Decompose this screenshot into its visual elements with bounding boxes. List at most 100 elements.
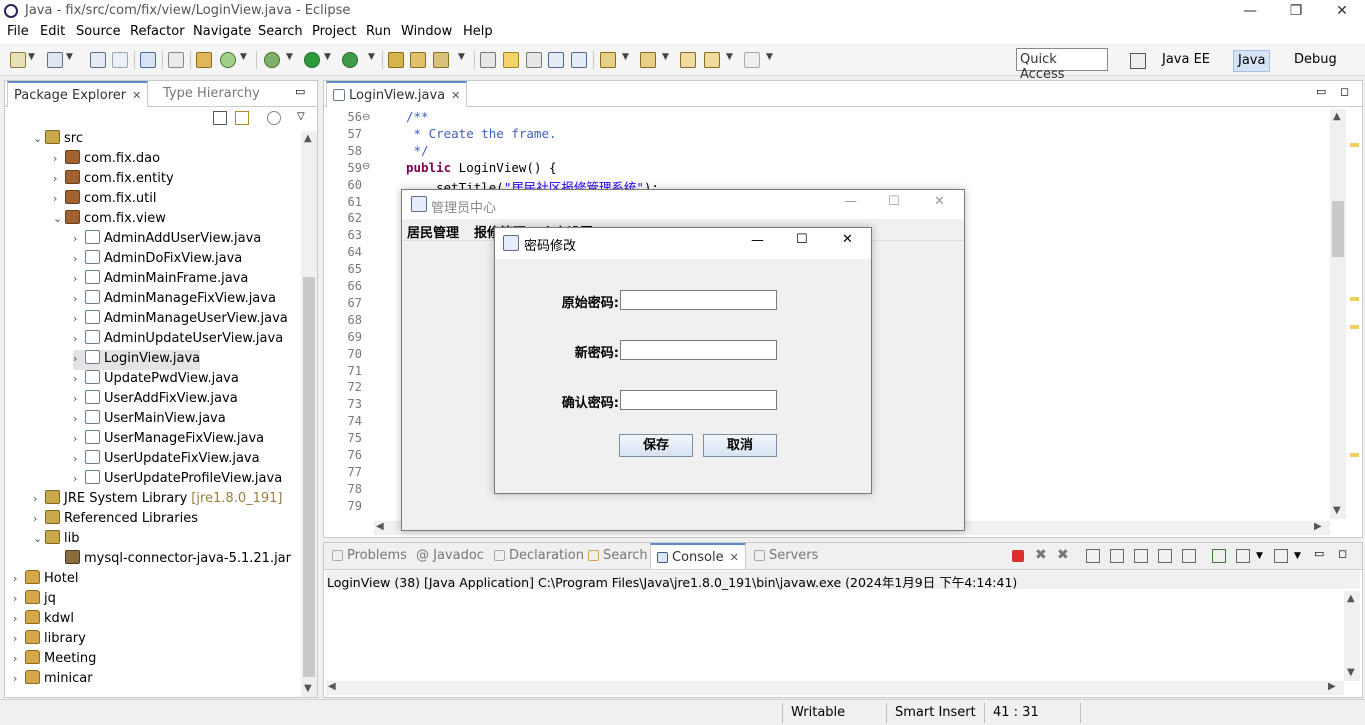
- close-icon[interactable]: ✕: [1319, 0, 1365, 23]
- maximize-icon[interactable]: ☐: [796, 232, 808, 247]
- scroll-lock-icon[interactable]: [1110, 549, 1124, 563]
- chevron-right-icon[interactable]: ›: [73, 252, 85, 265]
- chevron-right-icon[interactable]: ›: [13, 612, 25, 625]
- restore-icon[interactable]: ❐: [1273, 0, 1319, 23]
- chevron-right-icon[interactable]: ›: [73, 292, 85, 305]
- show-stderr-icon[interactable]: [1182, 549, 1196, 563]
- explorer-scrollbar[interactable]: ▲ ▼: [301, 131, 317, 697]
- chevron-right-icon[interactable]: ›: [73, 452, 85, 465]
- menu-project[interactable]: Project: [312, 24, 356, 39]
- open-perspective-icon[interactable]: [1130, 53, 1146, 69]
- tree-item[interactable]: › Meeting: [13, 650, 96, 670]
- run-icon[interactable]: [304, 52, 320, 68]
- save-icon[interactable]: [90, 52, 106, 68]
- chevron-down-icon[interactable]: ▼: [662, 52, 669, 62]
- quick-access-input[interactable]: Quick Access: [1016, 48, 1108, 82]
- remove-launch-icon[interactable]: ✖: [1035, 547, 1047, 563]
- debug-icon[interactable]: [264, 52, 280, 68]
- back-icon[interactable]: [704, 52, 720, 68]
- chevron-right-icon[interactable]: ›: [73, 392, 85, 405]
- tree-item[interactable]: › LoginView.java: [73, 350, 201, 370]
- chevron-right-icon[interactable]: ›: [73, 272, 85, 285]
- search-tool-icon[interactable]: [433, 52, 449, 68]
- chevron-right-icon[interactable]: ›: [73, 352, 85, 365]
- tree-item[interactable]: › com.fix.util: [53, 190, 156, 210]
- tree-item[interactable]: › com.fix.entity: [53, 170, 174, 190]
- chevron-right-icon[interactable]: ›: [73, 372, 85, 385]
- tree-item[interactable]: › AdminManageUserView.java: [73, 310, 288, 330]
- clear-console-icon[interactable]: [1086, 549, 1100, 563]
- tree-item[interactable]: › library: [13, 630, 86, 650]
- tree-item[interactable]: › JRE System Library [jre1.8.0_191]: [33, 490, 282, 510]
- view-menu-icon[interactable]: ▽: [297, 111, 305, 122]
- new-password-field[interactable]: [620, 340, 777, 360]
- menu-navigate[interactable]: Navigate: [193, 24, 251, 39]
- chevron-right-icon[interactable]: ›: [33, 492, 45, 505]
- chevron-right-icon[interactable]: ›: [13, 632, 25, 645]
- show-whitespace-icon[interactable]: [548, 52, 564, 68]
- maximize-icon[interactable]: ◻: [1338, 547, 1347, 560]
- open-type-icon[interactable]: [388, 52, 404, 68]
- chevron-right-icon[interactable]: ›: [73, 232, 85, 245]
- chevron-right-icon[interactable]: ›: [33, 512, 45, 525]
- perspective-debug[interactable]: Debug: [1290, 50, 1341, 72]
- next-edit-icon[interactable]: [640, 52, 656, 68]
- next-annotation-icon[interactable]: [480, 52, 496, 68]
- minimize-icon[interactable]: —: [751, 233, 764, 248]
- tree-item[interactable]: › UpdatePwdView.java: [73, 370, 239, 390]
- menu-source[interactable]: Source: [76, 24, 121, 39]
- tree-item[interactable]: ⌄ com.fix.view: [53, 210, 166, 230]
- last-edit-icon[interactable]: [680, 52, 696, 68]
- collapse-all-icon[interactable]: [213, 111, 227, 125]
- save-all-icon[interactable]: [112, 52, 128, 68]
- tab-package-explorer[interactable]: Package Explorer ✕: [7, 81, 149, 107]
- show-stdout-icon[interactable]: [1158, 549, 1172, 563]
- tree-item[interactable]: › jq: [13, 590, 56, 610]
- perspective-java-ee[interactable]: Java EE: [1158, 50, 1214, 72]
- chevron-down-icon[interactable]: ▼: [286, 52, 293, 62]
- paragraph-icon[interactable]: [571, 52, 587, 68]
- tab-search[interactable]: Search: [582, 543, 654, 569]
- close-icon[interactable]: ✕: [132, 89, 141, 102]
- tab-problems[interactable]: Problems: [326, 543, 413, 569]
- coverage-icon[interactable]: [342, 52, 358, 68]
- tree-item[interactable]: mysql-connector-java-5.1.21.jar: [53, 550, 291, 570]
- chevron-down-icon[interactable]: ▼: [726, 52, 733, 62]
- close-icon[interactable]: ✕: [842, 232, 853, 247]
- chevron-right-icon[interactable]: ›: [73, 332, 85, 345]
- chevron-right-icon[interactable]: ›: [73, 412, 85, 425]
- maximize-icon[interactable]: ☐: [888, 194, 900, 209]
- tree-item[interactable]: › Referenced Libraries: [33, 510, 198, 530]
- chevron-down-icon[interactable]: ▼: [766, 52, 773, 62]
- chevron-down-icon[interactable]: ▼: [66, 52, 73, 62]
- chevron-down-icon[interactable]: ▼: [458, 52, 465, 62]
- minimize-icon[interactable]: ▭: [295, 85, 305, 98]
- tree-item[interactable]: › AdminAddUserView.java: [73, 230, 261, 250]
- chevron-down-icon[interactable]: ▼: [1294, 551, 1301, 561]
- focus-icon[interactable]: [267, 111, 281, 125]
- console-hscrollbar[interactable]: ◀ ▶: [326, 681, 1344, 695]
- chevron-down-icon[interactable]: ▼: [28, 52, 35, 62]
- fold-icon[interactable]: ⊖: [362, 112, 370, 123]
- open-folder-icon[interactable]: [410, 52, 426, 68]
- menu-run[interactable]: Run: [366, 24, 391, 39]
- chevron-right-icon[interactable]: ›: [53, 152, 65, 165]
- chevron-down-icon[interactable]: ⌄: [33, 532, 45, 545]
- console-scrollbar[interactable]: ▲ ▼: [1344, 591, 1360, 681]
- cancel-button[interactable]: 取消: [703, 434, 777, 457]
- chevron-right-icon[interactable]: ›: [13, 672, 25, 685]
- tree-item[interactable]: › AdminManageFixView.java: [73, 290, 276, 310]
- chevron-down-icon[interactable]: ⌄: [53, 212, 65, 225]
- skip-breakpoints-icon[interactable]: [168, 52, 184, 68]
- minimize-icon[interactable]: —: [1227, 0, 1273, 23]
- minimize-icon[interactable]: —: [844, 194, 857, 209]
- menu-edit[interactable]: Edit: [40, 24, 65, 39]
- chevron-down-icon[interactable]: ▼: [1256, 551, 1263, 561]
- chevron-right-icon[interactable]: ›: [13, 652, 25, 665]
- tree-item[interactable]: › com.fix.dao: [53, 150, 160, 170]
- menu-help[interactable]: Help: [463, 24, 493, 39]
- chevron-down-icon[interactable]: ▼: [368, 52, 375, 62]
- display-console-icon[interactable]: [1236, 549, 1250, 563]
- new-package-icon[interactable]: [47, 52, 63, 68]
- tree-item[interactable]: ⌄ src: [33, 130, 83, 150]
